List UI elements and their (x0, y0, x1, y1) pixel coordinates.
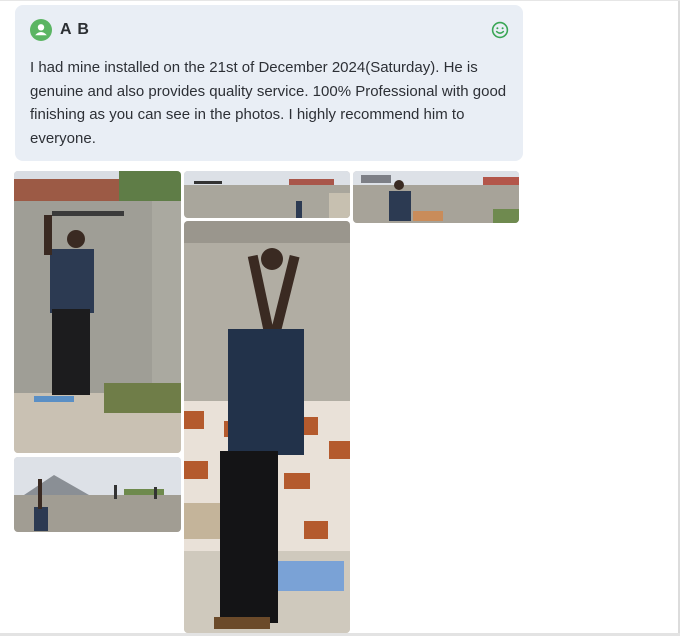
smiley-icon (491, 21, 509, 39)
review-photo-5[interactable] (14, 457, 181, 532)
review-photo-3[interactable] (353, 171, 519, 223)
user-avatar-icon[interactable] (30, 19, 52, 41)
review-photo-1[interactable] (14, 171, 181, 453)
review-photo-2[interactable] (184, 171, 350, 218)
review-photo-4[interactable] (184, 221, 350, 633)
review-author: A B (60, 21, 90, 38)
review-page: A B I had mine installed on the 21st of … (0, 0, 680, 636)
review-text: I had mine installed on the 21st of Dece… (30, 59, 507, 147)
review-card: A B I had mine installed on the 21st of … (15, 5, 523, 161)
